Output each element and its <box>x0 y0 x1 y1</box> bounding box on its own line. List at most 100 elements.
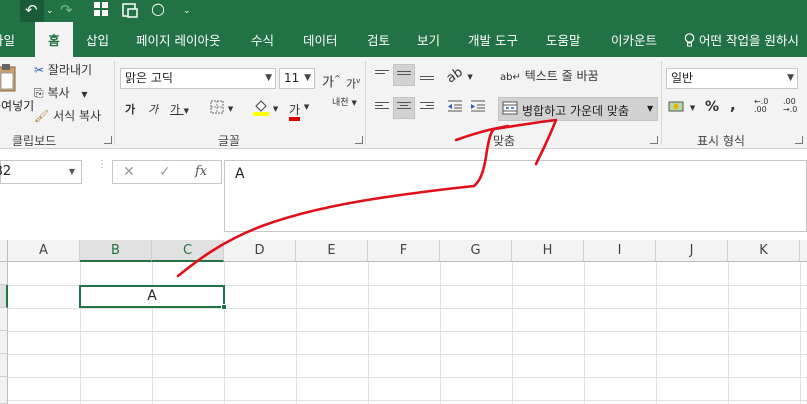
column-header[interactable]: C <box>152 240 224 262</box>
tab-help[interactable]: 도움말 <box>546 22 581 57</box>
tab-page-layout[interactable]: 페이지 레이아웃 <box>136 22 220 57</box>
borders-button[interactable]: ▼ <box>210 100 233 118</box>
row-header[interactable] <box>0 262 8 285</box>
font-color-button[interactable]: 가 ▼ <box>289 99 309 121</box>
splitter-dots-icon[interactable]: ⋮ <box>97 160 107 170</box>
insert-function-icon[interactable]: fx <box>195 164 207 179</box>
number-format-combo[interactable]: 일반 ▼ <box>666 68 798 89</box>
column-header[interactable]: H <box>512 240 584 262</box>
increase-indent-button[interactable] <box>470 99 486 117</box>
select-all-corner[interactable] <box>0 240 8 262</box>
column-header[interactable]: E <box>296 240 368 262</box>
alignment-dialog-launcher[interactable] <box>650 136 658 144</box>
decrease-decimal-button[interactable]: .00 →.0 <box>783 98 803 114</box>
percent-icon: % <box>705 99 720 115</box>
tab-review[interactable]: 검토 <box>367 22 390 57</box>
shrink-font-button[interactable]: 가v <box>346 73 360 93</box>
enter-icon[interactable]: ✓ <box>159 164 171 180</box>
gridline <box>584 262 585 404</box>
column-header[interactable]: G <box>440 240 512 262</box>
ribbon: 붙여넣기 ✂ 잘라내기 ⎘ 복사 ▼ 🖌 서식 복사 클립보드 맑은 고딕 ▼ … <box>0 57 807 149</box>
tab-view[interactable]: 보기 <box>417 22 440 57</box>
cut-button[interactable]: ✂ 잘라내기 <box>34 62 92 78</box>
column-header[interactable]: I <box>584 240 656 262</box>
customize-qat-icon[interactable]: ⌄ <box>183 2 191 20</box>
camera-icon[interactable] <box>122 2 138 24</box>
column-header[interactable]: K <box>728 240 800 262</box>
group-divider <box>661 61 662 145</box>
row-header[interactable] <box>0 285 8 308</box>
chevron-down-icon[interactable]: ▼ <box>647 104 653 113</box>
bottom-align-icon[interactable] <box>420 73 434 85</box>
top-align-icon[interactable] <box>375 70 389 82</box>
wrap-text-button[interactable]: ab↵ 텍스트 줄 바꿈 <box>500 68 599 86</box>
align-right-icon[interactable] <box>420 102 434 114</box>
column-header[interactable]: A <box>8 240 80 262</box>
fill-color-button[interactable]: ▼ <box>253 98 278 120</box>
row-header[interactable] <box>0 377 8 404</box>
borders-icon <box>210 100 224 114</box>
ribbon-tabs: 파일 홈 삽입 페이지 레이아웃 수식 데이터 검토 보기 개발 도구 도움말 … <box>0 22 807 57</box>
row-header[interactable] <box>0 354 8 377</box>
copy-button[interactable]: ⎘ 복사 ▼ <box>34 85 88 103</box>
tab-file[interactable]: 파일 <box>0 22 15 57</box>
number-dialog-launcher[interactable] <box>795 136 803 144</box>
worksheet-grid[interactable]: A B C D E F G H I J K A <box>0 240 807 404</box>
formula-bar-area: B2 ▼ ⋮ ✕ ✓ fx A <box>0 150 807 243</box>
tab-home[interactable]: 홈 <box>35 22 73 57</box>
font-size-combo[interactable]: 11 ▼ <box>279 68 315 89</box>
redo-icon[interactable]: ↷ <box>60 1 73 19</box>
decrease-indent-button[interactable] <box>447 99 463 117</box>
chevron-down-icon: ▼ <box>304 73 311 83</box>
column-header[interactable] <box>800 240 807 262</box>
grid-view-icon[interactable] <box>94 2 108 22</box>
format-painter-button[interactable]: 🖌 서식 복사 <box>34 108 101 124</box>
tab-account[interactable]: 이카운트 <box>611 22 657 57</box>
row-header[interactable] <box>0 308 8 331</box>
column-header[interactable]: J <box>656 240 728 262</box>
name-box-value: B2 <box>0 164 12 179</box>
underline-button[interactable]: 가 ▼ <box>170 102 189 119</box>
circle-icon[interactable]: ○ <box>151 0 165 18</box>
decrease-indent-icon <box>448 100 462 112</box>
increase-decimal-button[interactable]: ←.0 .00 <box>754 98 774 114</box>
bold-button[interactable]: 가 <box>125 102 135 118</box>
tab-insert[interactable]: 삽입 <box>86 22 109 57</box>
percent-style-button[interactable]: % <box>705 99 719 115</box>
paste-button[interactable]: 붙여넣기 <box>0 63 34 127</box>
chevron-down-icon: ▼ <box>265 73 272 83</box>
clipboard-dialog-launcher[interactable] <box>104 136 112 144</box>
column-header[interactable]: D <box>224 240 296 262</box>
accounting-format-button[interactable]: ▼ <box>668 99 695 117</box>
phonetic-guide-button[interactable]: 내천 ▼ <box>332 98 357 108</box>
middle-align-button[interactable] <box>393 64 415 86</box>
font-name-combo[interactable]: 맑은 고딕 ▼ <box>120 68 276 89</box>
tab-formulas[interactable]: 수식 <box>251 22 274 57</box>
fill-handle[interactable] <box>221 304 227 310</box>
comma-style-button[interactable]: , <box>730 97 736 113</box>
formula-input[interactable]: A <box>224 160 807 232</box>
orientation-button[interactable]: ab ▼ <box>444 65 473 87</box>
tab-developer[interactable]: 개발 도구 <box>468 22 518 57</box>
font-group-label: 글꼴 <box>218 134 241 148</box>
align-left-icon[interactable] <box>375 102 389 114</box>
tab-data[interactable]: 데이터 <box>303 22 338 57</box>
merged-cell-b2-c2[interactable]: A <box>79 285 225 308</box>
gridline <box>656 262 657 404</box>
cancel-icon[interactable]: ✕ <box>123 164 135 180</box>
grow-font-icon: 가 <box>322 75 334 91</box>
row-header[interactable] <box>0 331 8 354</box>
undo-dropdown-icon[interactable]: ⌄ <box>46 2 54 20</box>
name-box[interactable]: B2 ▼ <box>0 160 82 184</box>
column-header[interactable]: B <box>80 240 152 262</box>
merge-center-button[interactable]: 병합하고 가운데 맞춤 ▼ <box>498 97 658 121</box>
align-center-button[interactable] <box>393 97 415 119</box>
italic-button[interactable]: 가 <box>148 102 158 118</box>
grow-font-button[interactable]: 가^ <box>322 71 341 91</box>
font-dialog-launcher[interactable] <box>355 136 363 144</box>
undo-button[interactable]: ↶ <box>20 0 44 22</box>
column-header[interactable]: F <box>368 240 440 262</box>
tell-me-search[interactable]: 어떤 작업을 원하시 <box>684 22 799 57</box>
gridline <box>8 354 807 355</box>
bold-icon: 가 <box>125 103 136 116</box>
